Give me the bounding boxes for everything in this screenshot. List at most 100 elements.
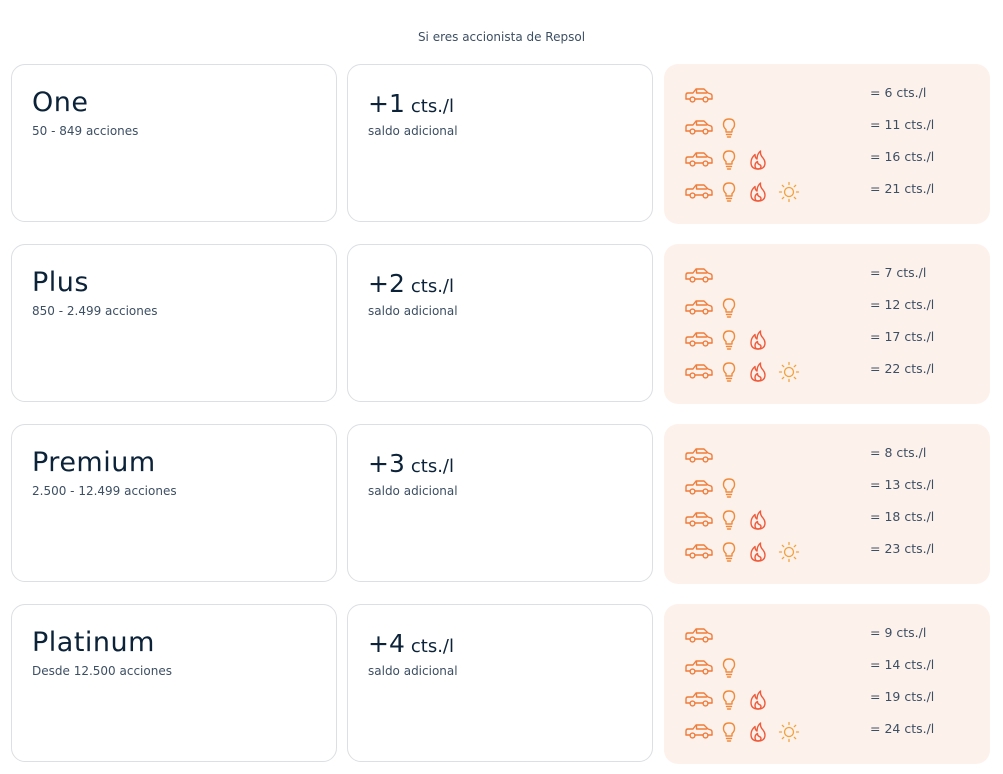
bonus-value: +2 <box>368 269 405 298</box>
bonus-unit: cts./l <box>410 456 454 477</box>
car-icon <box>684 625 714 651</box>
combo-value: = 14 cts./l <box>870 657 935 672</box>
combo-value: = 16 cts./l <box>870 149 935 164</box>
combo-value: = 6 cts./l <box>870 85 927 100</box>
car-icon <box>684 361 714 387</box>
flame-icon <box>747 329 769 355</box>
lightbulb-icon <box>720 477 738 503</box>
flame-icon <box>747 361 769 387</box>
bonus-card: +1 cts./l saldo adicional <box>347 64 653 222</box>
bonus-value: +1 <box>368 89 405 118</box>
lightbulb-icon <box>720 721 738 747</box>
combo-row: = 23 cts./l <box>684 541 984 563</box>
car-icon <box>684 297 714 323</box>
combo-row: = 21 cts./l <box>684 181 984 203</box>
combo-panel: = 7 cts./l = 12 cts./l = 17 cts./l = 22 cts… <box>664 244 990 404</box>
combo-row: = 12 cts./l <box>684 297 984 319</box>
combo-value: = 8 cts./l <box>870 445 927 460</box>
combo-value: = 12 cts./l <box>870 297 935 312</box>
combo-panel: = 6 cts./l = 11 cts./l = 16 cts./l = 21 cts… <box>664 64 990 224</box>
bonus-value-line: +3 cts./l <box>368 449 454 478</box>
car-icon <box>684 477 714 503</box>
bonus-subtitle: saldo adicional <box>368 664 458 678</box>
tier-name: Plus <box>32 267 89 298</box>
combo-row: = 8 cts./l <box>684 445 984 467</box>
sun-icon <box>777 721 801 747</box>
car-icon <box>684 265 714 291</box>
lightbulb-icon <box>720 181 738 207</box>
car-icon <box>684 509 714 535</box>
lightbulb-icon <box>720 297 738 323</box>
lightbulb-icon <box>720 329 738 355</box>
bonus-unit: cts./l <box>410 276 454 297</box>
car-icon <box>684 329 714 355</box>
lightbulb-icon <box>720 361 738 387</box>
combo-value: = 21 cts./l <box>870 181 935 196</box>
combo-row: = 7 cts./l <box>684 265 984 287</box>
tier-range: 50 - 849 acciones <box>32 124 139 138</box>
car-icon <box>684 657 714 683</box>
tier-name: Premium <box>32 447 156 478</box>
tier-range: 850 - 2.499 acciones <box>32 304 158 318</box>
car-icon <box>684 181 714 207</box>
tier-row-plus: Plus 850 - 2.499 acciones +2 cts./l saldo… <box>11 244 991 404</box>
combo-row: = 9 cts./l <box>684 625 984 647</box>
tier-row-premium: Premium 2.500 - 12.499 acciones +3 cts./l… <box>11 424 991 584</box>
combo-value: = 18 cts./l <box>870 509 935 524</box>
tier-range: 2.500 - 12.499 acciones <box>32 484 177 498</box>
lightbulb-icon <box>720 541 738 567</box>
bonus-value: +4 <box>368 629 405 658</box>
bonus-value-line: +4 cts./l <box>368 629 454 658</box>
car-icon <box>684 541 714 567</box>
bonus-subtitle: saldo adicional <box>368 304 458 318</box>
bonus-unit: cts./l <box>410 636 454 657</box>
bonus-card: +2 cts./l saldo adicional <box>347 244 653 402</box>
combo-row: = 14 cts./l <box>684 657 984 679</box>
flame-icon <box>747 721 769 747</box>
sun-icon <box>777 541 801 567</box>
combo-value: = 22 cts./l <box>870 361 935 376</box>
flame-icon <box>747 181 769 207</box>
combo-value: = 11 cts./l <box>870 117 935 132</box>
bonus-subtitle: saldo adicional <box>368 484 458 498</box>
combo-row: = 13 cts./l <box>684 477 984 499</box>
combo-row: = 17 cts./l <box>684 329 984 351</box>
car-icon <box>684 445 714 471</box>
flame-icon <box>747 689 769 715</box>
combo-row: = 11 cts./l <box>684 117 984 139</box>
tier-range: Desde 12.500 acciones <box>32 664 172 678</box>
section-title: Si eres accionista de Repsol <box>417 30 586 44</box>
combo-panel: = 9 cts./l = 14 cts./l = 19 cts./l = 24 cts… <box>664 604 990 764</box>
combo-value: = 19 cts./l <box>870 689 935 704</box>
bonus-card: +3 cts./l saldo adicional <box>347 424 653 582</box>
lightbulb-icon <box>720 509 738 535</box>
bonus-value-line: +1 cts./l <box>368 89 454 118</box>
combo-row: = 6 cts./l <box>684 85 984 107</box>
combo-value: = 9 cts./l <box>870 625 927 640</box>
lightbulb-icon <box>720 689 738 715</box>
lightbulb-icon <box>720 149 738 175</box>
tier-row-platinum: Platinum Desde 12.500 acciones +4 cts./l … <box>11 604 991 764</box>
car-icon <box>684 85 714 111</box>
car-icon <box>684 117 714 143</box>
bonus-value-line: +2 cts./l <box>368 269 454 298</box>
sun-icon <box>777 181 801 207</box>
bonus-subtitle: saldo adicional <box>368 124 458 138</box>
combo-row: = 16 cts./l <box>684 149 984 171</box>
tier-card: One 50 - 849 acciones <box>11 64 337 222</box>
combo-value: = 24 cts./l <box>870 721 935 736</box>
combo-value: = 17 cts./l <box>870 329 935 344</box>
tier-card: Platinum Desde 12.500 acciones <box>11 604 337 762</box>
tier-name: Platinum <box>32 627 155 658</box>
lightbulb-icon <box>720 117 738 143</box>
bonus-value: +3 <box>368 449 405 478</box>
tier-name: One <box>32 87 89 118</box>
tier-row-one: One 50 - 849 acciones +1 cts./l saldo adi… <box>11 64 991 224</box>
combo-row: = 24 cts./l <box>684 721 984 743</box>
combo-value: = 13 cts./l <box>870 477 935 492</box>
car-icon <box>684 689 714 715</box>
bonus-card: +4 cts./l saldo adicional <box>347 604 653 762</box>
bonus-unit: cts./l <box>410 96 454 117</box>
lightbulb-icon <box>720 657 738 683</box>
combo-value: = 7 cts./l <box>870 265 927 280</box>
